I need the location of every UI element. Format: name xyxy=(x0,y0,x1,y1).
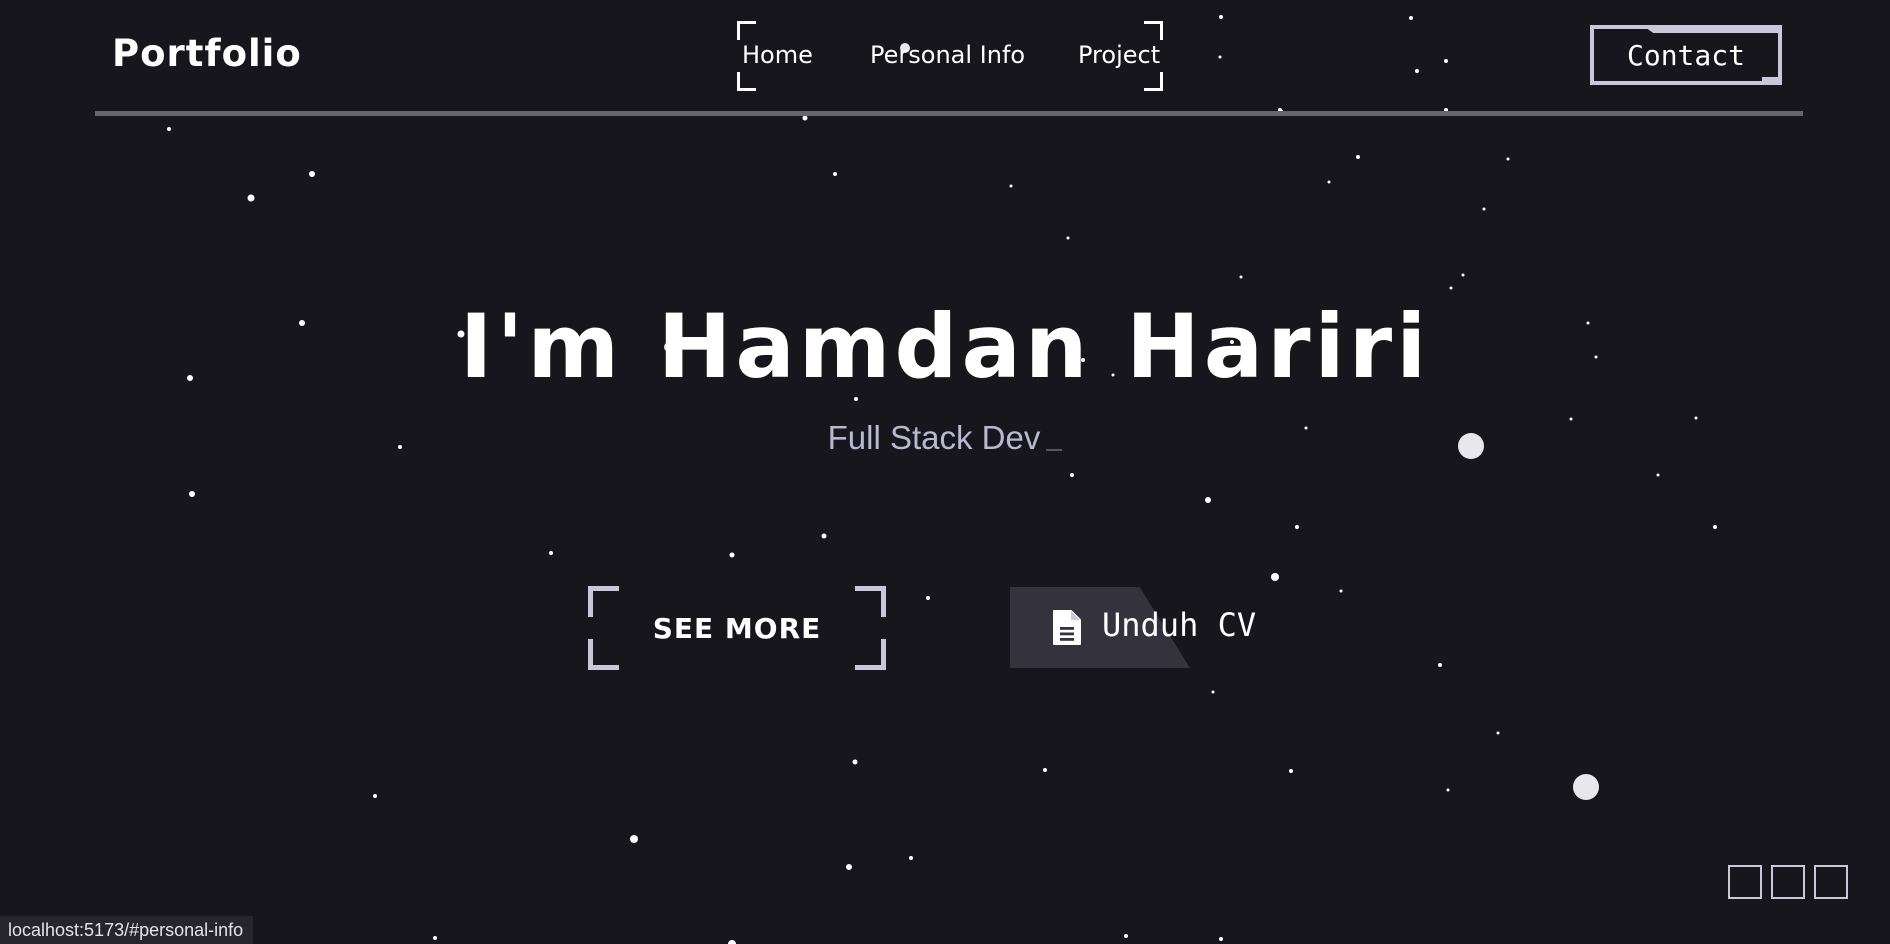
nav-link-project[interactable]: Project xyxy=(1078,41,1160,69)
star xyxy=(846,864,852,870)
star xyxy=(728,940,736,944)
star xyxy=(1218,55,1222,59)
star xyxy=(1219,15,1223,19)
star xyxy=(373,794,377,798)
star xyxy=(549,551,553,555)
hero-subtitle-text: Full Stack Dev xyxy=(827,419,1041,456)
header-divider xyxy=(95,111,1803,116)
site-logo[interactable]: Portfolio xyxy=(112,32,302,75)
see-more-label: SEE MORE xyxy=(652,611,822,645)
star xyxy=(1444,59,1448,63)
star xyxy=(1506,157,1510,161)
star xyxy=(1271,573,1279,581)
hero-title: I'm Hamdan Hariri xyxy=(459,295,1431,398)
star xyxy=(1438,663,1442,667)
star xyxy=(1461,273,1465,277)
nav-link-personal-info[interactable]: Personal Info xyxy=(870,41,1025,69)
star xyxy=(1713,525,1717,529)
star xyxy=(1205,497,1211,503)
bracket-corner xyxy=(737,72,756,91)
button-decoration xyxy=(1642,25,1782,33)
star xyxy=(309,171,315,177)
star xyxy=(1482,207,1486,211)
star xyxy=(1446,788,1450,792)
star xyxy=(433,936,437,940)
star xyxy=(926,596,930,600)
star xyxy=(1219,937,1223,941)
star xyxy=(189,491,195,497)
star xyxy=(802,115,808,121)
star xyxy=(167,127,171,131)
star xyxy=(1043,768,1047,772)
contact-button-label: Contact xyxy=(1626,38,1745,72)
download-cv-label: Unduh CV xyxy=(1102,606,1257,644)
star xyxy=(729,552,735,558)
star xyxy=(630,835,638,843)
star xyxy=(1289,769,1293,773)
star xyxy=(833,172,837,176)
star xyxy=(1295,525,1299,529)
star xyxy=(1066,236,1070,240)
star xyxy=(852,759,858,765)
star xyxy=(1409,16,1413,20)
star xyxy=(247,194,255,202)
star xyxy=(909,856,913,860)
hero-subtitle: Full Stack Dev xyxy=(0,419,1890,457)
square-control[interactable] xyxy=(1728,865,1762,899)
nav-link-home[interactable]: Home xyxy=(742,41,813,69)
star xyxy=(1356,155,1360,159)
contact-button[interactable]: Contact xyxy=(1590,25,1782,85)
star xyxy=(1339,589,1343,593)
bracket-corner xyxy=(1144,21,1163,40)
planet-dot xyxy=(1573,774,1599,800)
star xyxy=(1070,473,1074,477)
star xyxy=(1415,69,1419,73)
star xyxy=(1496,731,1500,735)
typing-cursor xyxy=(1046,449,1063,451)
star xyxy=(1124,934,1128,938)
star xyxy=(1656,473,1660,477)
star xyxy=(1009,184,1013,188)
file-document-icon xyxy=(1053,610,1081,645)
button-decoration xyxy=(1762,77,1782,85)
star xyxy=(821,533,827,539)
square-control[interactable] xyxy=(1771,865,1805,899)
bracket-corner xyxy=(737,21,756,40)
bracket-corner xyxy=(1144,72,1163,91)
download-cv-button[interactable]: Unduh CV xyxy=(1010,587,1280,668)
page-root: Portfolio Home Personal Info Project Con… xyxy=(0,0,1890,944)
star xyxy=(1239,275,1243,279)
star xyxy=(1327,180,1331,184)
starfield-background xyxy=(167,15,1717,944)
window-controls xyxy=(1728,865,1850,899)
see-more-button[interactable]: SEE MORE xyxy=(588,586,886,670)
star xyxy=(1449,286,1453,290)
square-control[interactable] xyxy=(1814,865,1848,899)
browser-status-url: localhost:5173/#personal-info xyxy=(0,916,254,944)
star xyxy=(1211,690,1215,694)
